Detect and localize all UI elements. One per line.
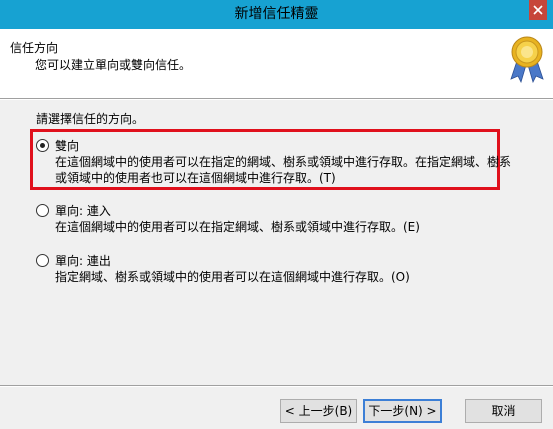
page-subtitle: 您可以建立單向或雙向信任。: [35, 58, 192, 72]
wizard-ribbon-medal-icon: [510, 36, 544, 83]
radio-one-way-outgoing[interactable]: [36, 254, 49, 267]
option-one-way-outgoing-description: 指定網域、樹系或領域中的使用者可以在這個網域中進行存取。(O): [55, 270, 410, 284]
cancel-button[interactable]: 取消: [465, 399, 542, 423]
option-two-way-label[interactable]: 雙向: [55, 137, 79, 154]
radio-one-way-incoming[interactable]: [36, 204, 49, 217]
window-title: 新增信任精靈: [234, 6, 319, 22]
title-bar[interactable]: 新增信任精靈: [0, 0, 553, 29]
radio-two-way[interactable]: [36, 139, 49, 152]
option-two-way-description: 在這個網域中的使用者可以在指定的網域、樹系或領域中進行存取。在指定網域、樹系或領…: [55, 155, 512, 185]
back-button[interactable]: < 上一步(B): [280, 399, 357, 423]
close-button[interactable]: [529, 0, 547, 20]
option-one-way-incoming-label[interactable]: 單向: 連入: [55, 202, 111, 219]
wizard-window: 新增信任精靈 信任方向 您可以建立單向或雙向信任。 請選擇信任的方向。 雙向 在…: [0, 0, 553, 429]
wizard-header: 信任方向 您可以建立單向或雙向信任。: [0, 29, 553, 98]
next-button[interactable]: 下一步(N) >: [363, 399, 442, 423]
close-icon: [533, 5, 543, 15]
option-one-way-incoming-description: 在這個網域中的使用者可以在指定網域、樹系或領域中進行存取。(E): [55, 220, 420, 234]
direction-prompt: 請選擇信任的方向。: [36, 112, 145, 126]
option-one-way-outgoing-label[interactable]: 單向: 連出: [55, 252, 111, 269]
page-title: 信任方向: [10, 41, 59, 55]
radio-selected-dot: [40, 143, 45, 148]
